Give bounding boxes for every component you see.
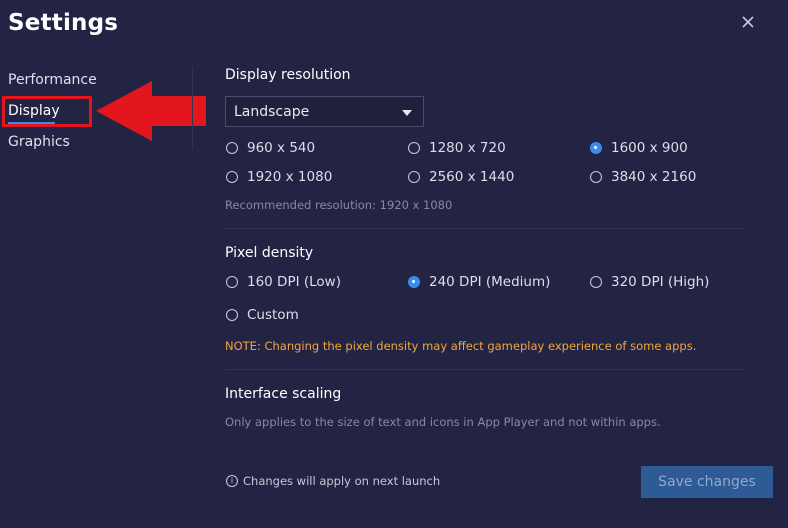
- recommended-resolution-text: Recommended resolution: 1920 x 1080: [225, 198, 453, 212]
- radio-label: 1280 x 720: [429, 140, 506, 156]
- resolution-option-3840x2160[interactable]: 3840 x 2160: [590, 169, 696, 185]
- resolution-option-960x540[interactable]: 960 x 540: [226, 140, 315, 156]
- pixel-density-title: Pixel density: [225, 245, 314, 261]
- radio-button[interactable]: [408, 142, 420, 154]
- orientation-dropdown[interactable]: Landscape: [225, 96, 424, 127]
- radio-label: 1600 x 900: [611, 140, 688, 156]
- radio-button[interactable]: [226, 276, 238, 288]
- sidebar-divider: [192, 66, 193, 150]
- radio-label: Custom: [247, 307, 299, 323]
- radio-button-selected[interactable]: [408, 276, 420, 288]
- orientation-value: Landscape: [234, 104, 310, 120]
- annotation-highlight-box: [2, 96, 92, 127]
- close-icon[interactable]: [738, 12, 758, 32]
- radio-button[interactable]: [590, 276, 602, 288]
- resolution-option-1920x1080[interactable]: 1920 x 1080: [226, 169, 332, 185]
- resolution-option-1600x900[interactable]: 1600 x 900: [590, 140, 688, 156]
- radio-button[interactable]: [226, 142, 238, 154]
- resolution-option-1280x720[interactable]: 1280 x 720: [408, 140, 506, 156]
- radio-label: 2560 x 1440: [429, 169, 515, 185]
- radio-label: 3840 x 2160: [611, 169, 697, 185]
- radio-button[interactable]: [590, 171, 602, 183]
- radio-label: 960 x 540: [247, 140, 316, 156]
- interface-scaling-title: Interface scaling: [225, 386, 342, 402]
- pixel-density-note: NOTE: Changing the pixel density may aff…: [225, 339, 697, 353]
- info-icon: i: [226, 475, 238, 487]
- radio-label: 320 DPI (High): [611, 274, 710, 290]
- display-resolution-title: Display resolution: [225, 67, 351, 83]
- dpi-option-custom[interactable]: Custom: [226, 307, 299, 323]
- footer-info-text: Changes will apply on next launch: [243, 474, 441, 488]
- dpi-option-160[interactable]: 160 DPI (Low): [226, 274, 341, 290]
- dpi-option-240[interactable]: 240 DPI (Medium): [408, 274, 550, 290]
- sidebar-item-graphics[interactable]: Graphics: [8, 134, 70, 150]
- radio-button[interactable]: [408, 171, 420, 183]
- page-title: Settings: [8, 10, 119, 36]
- resolution-option-2560x1440[interactable]: 2560 x 1440: [408, 169, 514, 185]
- sidebar-item-performance[interactable]: Performance: [8, 72, 97, 88]
- section-divider: [225, 369, 744, 370]
- radio-button[interactable]: [226, 309, 238, 321]
- chevron-down-icon: [402, 110, 412, 116]
- radio-label: 240 DPI (Medium): [429, 274, 551, 290]
- radio-label: 1920 x 1080: [247, 169, 333, 185]
- save-changes-button[interactable]: Save changes: [641, 466, 773, 498]
- interface-scaling-description: Only applies to the size of text and ico…: [225, 415, 661, 429]
- radio-label: 160 DPI (Low): [247, 274, 341, 290]
- footer-info: i Changes will apply on next launch: [226, 474, 440, 488]
- dpi-option-320[interactable]: 320 DPI (High): [590, 274, 709, 290]
- radio-button[interactable]: [226, 171, 238, 183]
- radio-button-selected[interactable]: [590, 142, 602, 154]
- section-divider: [225, 228, 744, 229]
